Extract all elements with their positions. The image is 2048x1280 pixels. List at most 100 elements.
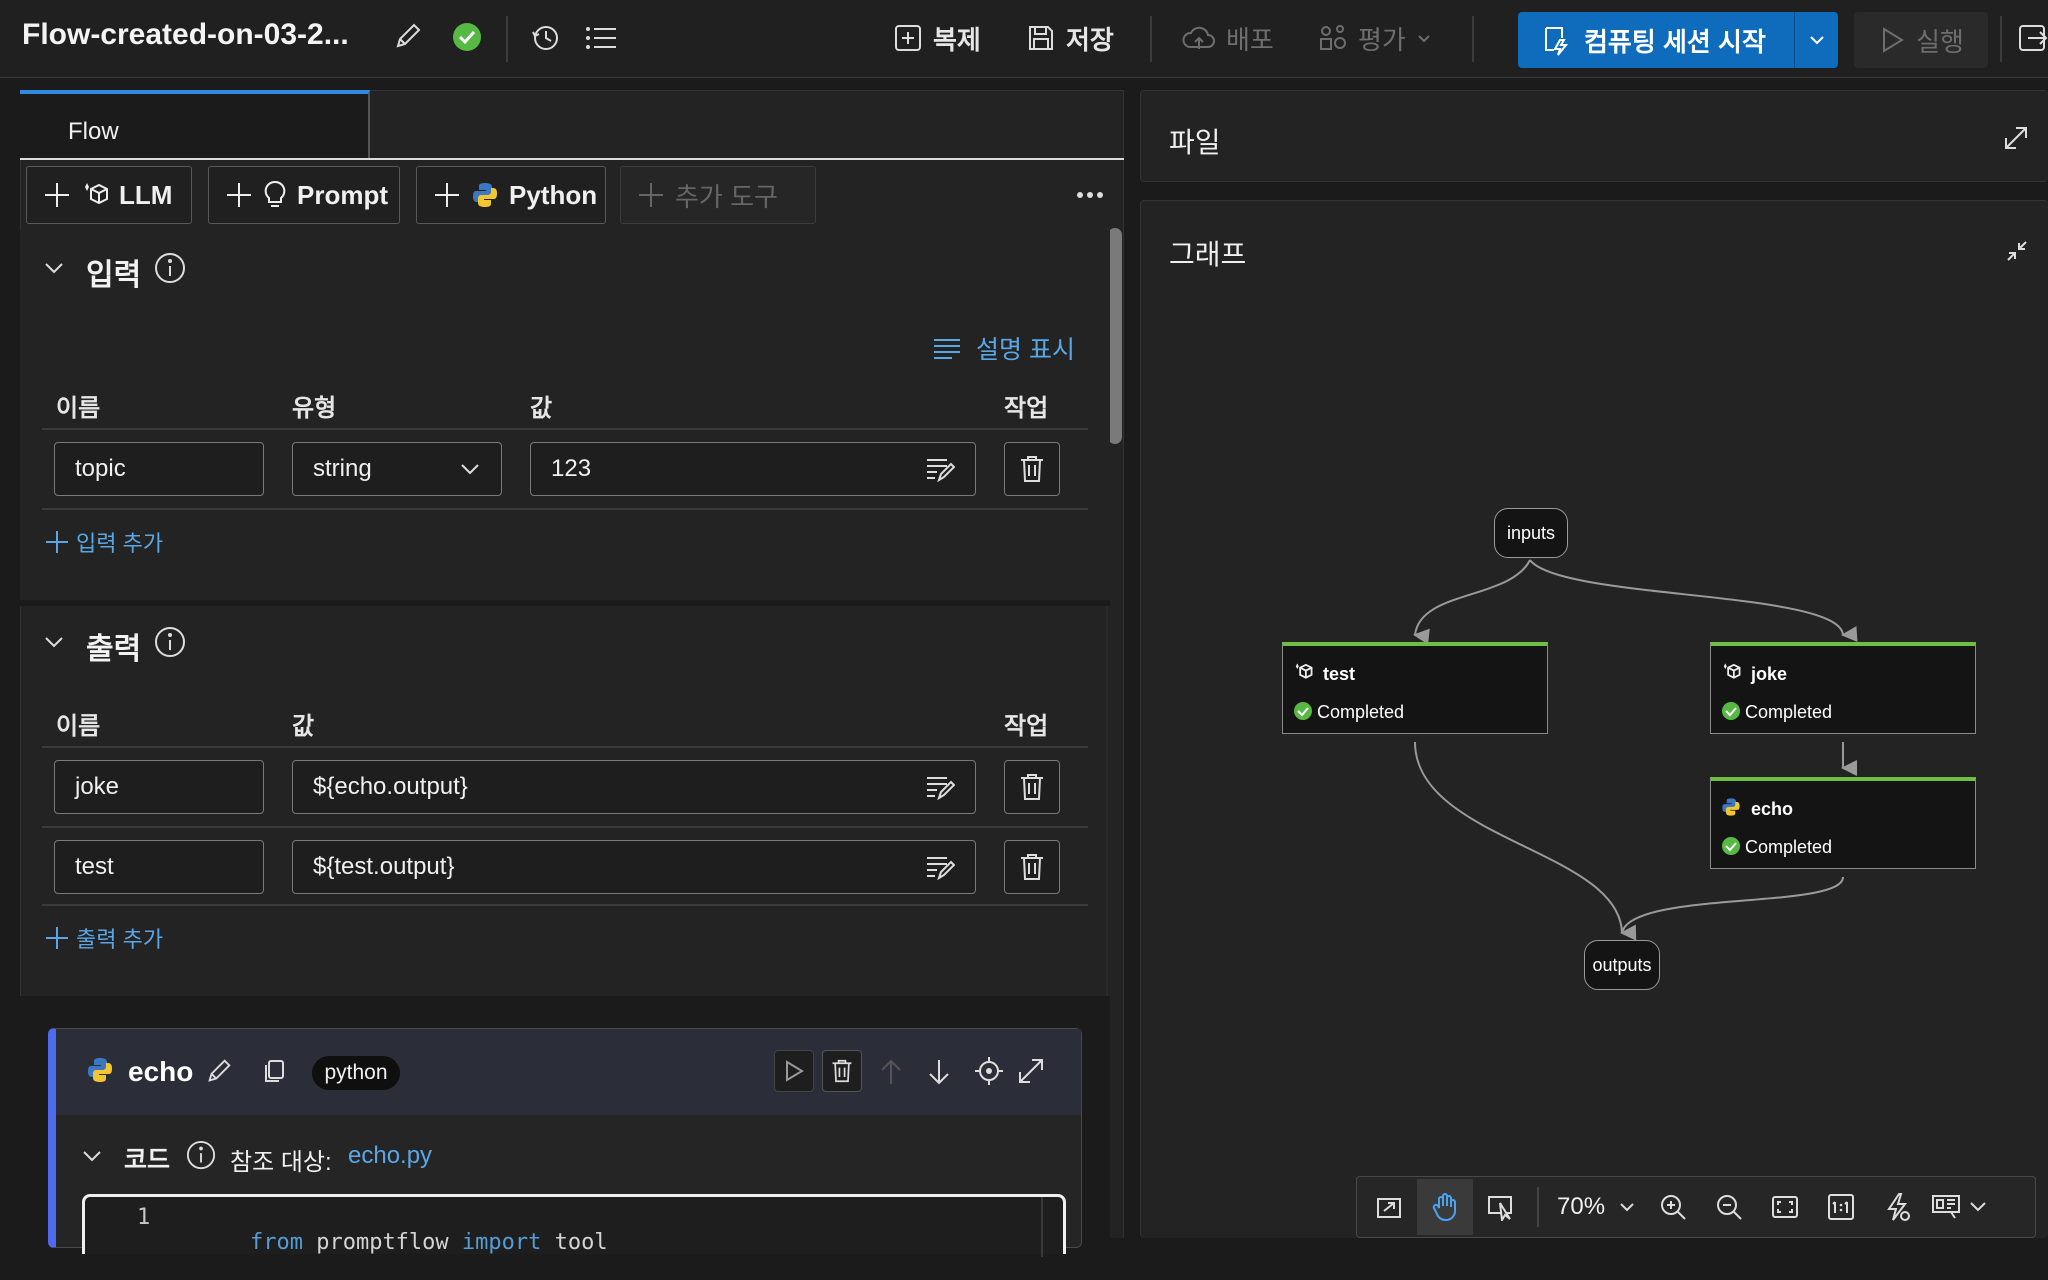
graph-node-name: echo [1751, 799, 1794, 819]
chevron-down-icon [459, 458, 481, 480]
section-gap [20, 600, 1110, 606]
plus-icon [637, 181, 665, 209]
plus-icon [225, 181, 253, 209]
exit-icon[interactable] [2018, 22, 2048, 54]
save-label: 저장 [1066, 24, 1114, 55]
add-python-button[interactable]: Python [416, 166, 606, 224]
start-session-button[interactable]: 컴퓨팅 세션 시작 [1518, 12, 1838, 68]
output-value-text: ${test.output} [313, 853, 455, 880]
rename-pencil-icon[interactable] [392, 20, 424, 52]
more-options-icon[interactable] [1076, 188, 1104, 202]
output-value-field[interactable]: ${echo.output} [292, 760, 976, 814]
collapse-chevron-icon[interactable] [42, 256, 66, 280]
save-button[interactable]: 저장 [1026, 18, 1114, 58]
editor-scroll-edge [1041, 1197, 1043, 1257]
add-prompt-button[interactable]: Prompt [208, 166, 400, 224]
zoom-in-icon[interactable] [1645, 1179, 1701, 1235]
history-icon[interactable] [530, 22, 562, 54]
pan-hand-icon[interactable] [1417, 1179, 1473, 1235]
evaluate-icon [1318, 23, 1348, 53]
graph-node-name: joke [1751, 664, 1788, 684]
col-action-header: 작업 [1004, 713, 1049, 740]
clone-label: 복제 [933, 24, 981, 55]
add-input-label: 입력 추가 [76, 531, 164, 556]
fit-screen-icon[interactable] [1757, 1179, 1813, 1235]
collapse-chevron-icon[interactable] [42, 630, 66, 654]
edit-text-icon[interactable] [925, 456, 955, 482]
code-keyword: from [249, 1230, 303, 1255]
reference-file-link[interactable]: echo.py [348, 1142, 432, 1170]
graph-outputs-node[interactable]: outputs [1584, 940, 1660, 990]
divider [506, 16, 508, 62]
save-icon [1026, 23, 1056, 53]
edit-text-icon[interactable] [925, 774, 955, 800]
auto-layout-icon[interactable] [1361, 1179, 1417, 1235]
actual-size-icon[interactable] [1813, 1179, 1869, 1235]
deploy-label: 배포 [1226, 24, 1274, 55]
delete-node-button[interactable] [822, 1050, 862, 1092]
copy-icon[interactable] [262, 1058, 288, 1084]
graph-node-status: Completed [1317, 702, 1405, 722]
delete-input-button[interactable] [1004, 442, 1060, 496]
list-icon[interactable] [584, 22, 618, 54]
deploy-button[interactable]: 배포 [1182, 18, 1274, 58]
evaluate-button[interactable]: 평가 [1318, 18, 1432, 58]
completed-check-icon [1293, 701, 1313, 721]
flash-icon[interactable] [1869, 1179, 1925, 1235]
info-icon[interactable] [186, 1140, 216, 1170]
node-type-badge: python [312, 1056, 400, 1090]
delete-output-button[interactable] [1004, 760, 1060, 814]
select-pointer-icon[interactable] [1473, 1179, 1529, 1235]
rename-node-pencil-icon[interactable] [204, 1056, 234, 1086]
input-type-select[interactable]: string [292, 442, 502, 496]
trash-icon [1018, 772, 1046, 802]
move-up-icon[interactable] [878, 1058, 904, 1086]
more-tools-button[interactable]: 추가 도구 [620, 166, 816, 224]
code-editor[interactable]: 1 from promptflow import tool [82, 1194, 1066, 1257]
add-output-link[interactable]: 출력 추가 [44, 922, 163, 954]
graph-node-joke[interactable]: joke Completed [1710, 642, 1976, 734]
tab-flow[interactable]: Flow [20, 90, 370, 160]
output-name-field[interactable]: test [54, 840, 264, 894]
line-number: 1 [137, 1205, 151, 1230]
delete-output-button[interactable] [1004, 840, 1060, 894]
divider [1472, 16, 1474, 62]
divider [42, 904, 1088, 906]
collapse-chevron-icon[interactable] [80, 1144, 104, 1168]
completed-check-icon [1721, 701, 1741, 721]
graph-node-echo[interactable]: echo Completed [1710, 777, 1976, 869]
python-logo-icon [1721, 797, 1741, 817]
start-session-chevron-icon[interactable] [1795, 31, 1838, 49]
info-icon[interactable] [154, 626, 186, 658]
clone-button[interactable]: 복제 [893, 18, 981, 58]
run-node-button[interactable] [774, 1050, 814, 1092]
show-description-link[interactable]: 설명 표시 [932, 330, 1075, 366]
plus-icon [44, 529, 70, 555]
graph-inputs-node[interactable]: inputs [1494, 508, 1568, 558]
locate-icon[interactable] [974, 1056, 1004, 1086]
input-type-value: string [313, 455, 372, 482]
edit-text-icon[interactable] [925, 854, 955, 880]
info-icon[interactable] [154, 252, 186, 284]
flow-title: Flow-created-on-03-2... [22, 18, 349, 51]
scrollbar[interactable] [1108, 228, 1122, 444]
add-llm-button[interactable]: LLM [26, 166, 192, 224]
top-toolbar: Flow-created-on-03-2... 복제 저장 배포 평가 컴퓨팅 … [0, 0, 2048, 78]
zoom-out-icon[interactable] [1701, 1179, 1757, 1235]
chevron-down-icon [1970, 1202, 1986, 1212]
input-value-field[interactable]: 123 [530, 442, 976, 496]
layout-options-icon[interactable] [1925, 1194, 1993, 1220]
input-name-field[interactable]: topic [54, 442, 264, 496]
show-description-label: 설명 표시 [976, 336, 1075, 364]
files-panel: 파일 [1140, 90, 2048, 182]
add-input-link[interactable]: 입력 추가 [44, 526, 163, 558]
move-down-icon[interactable] [926, 1058, 952, 1086]
run-button[interactable]: 실행 [1854, 12, 1988, 68]
zoom-level: 70% [1557, 1193, 1606, 1220]
graph-node-test[interactable]: test Completed [1282, 642, 1548, 734]
output-name-field[interactable]: joke [54, 760, 264, 814]
expand-icon[interactable] [2003, 125, 2029, 151]
output-value-field[interactable]: ${test.output} [292, 840, 976, 894]
expand-icon[interactable] [1016, 1056, 1046, 1086]
zoom-select[interactable]: 70% [1547, 1193, 1645, 1221]
